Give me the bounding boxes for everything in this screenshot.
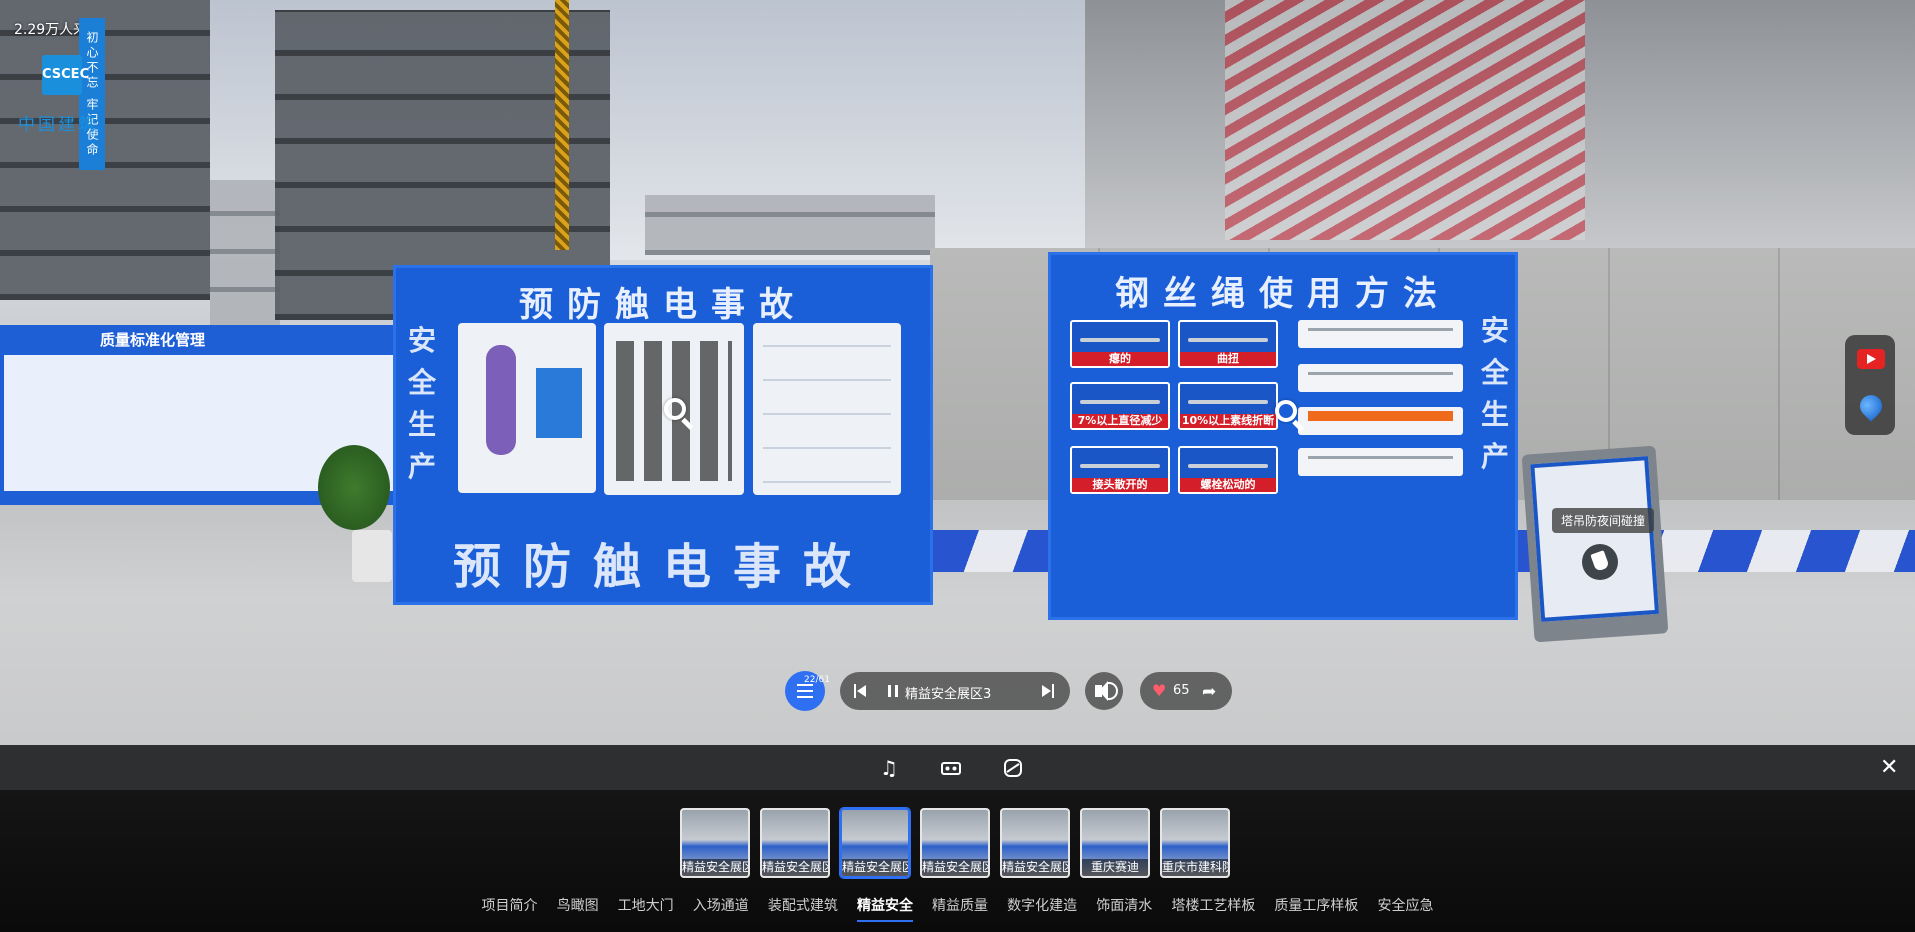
category-tab[interactable]: 工地大门 <box>618 895 674 920</box>
category-tab[interactable]: 精益质量 <box>932 895 988 920</box>
rope-sample <box>1298 407 1463 435</box>
rope-label: 接头散开的 <box>1072 478 1168 492</box>
info-sheet <box>536 368 582 438</box>
category-tab[interactable]: 塔楼工艺样板 <box>1171 895 1255 920</box>
category-tab[interactable]: 入场通道 <box>693 895 749 920</box>
panorama-scene[interactable]: 质量标准化管理 预防触电事故 安全生产 预防触电事故 钢丝绳使用方法 安全生产 … <box>0 0 1915 745</box>
category-tab-active[interactable]: 精益安全 <box>856 895 913 922</box>
bottom-toolbar: ♫ ✕ <box>0 745 1915 790</box>
building-low <box>645 195 935 255</box>
gyroscope-icon[interactable] <box>1002 757 1024 779</box>
playback-controls: 精益安全展区3 <box>840 672 1070 710</box>
scene-thumbnail-active[interactable]: 精益安全展区 <box>840 808 910 878</box>
thumbnail-caption: 精益安全展区 <box>1002 859 1068 876</box>
thumbnail-caption: 重庆市建科院 <box>1162 859 1228 876</box>
youtube-play-icon[interactable] <box>1857 349 1885 369</box>
booth-right-side-text: 安全生产 <box>1480 314 1509 473</box>
vr-glasses-icon[interactable] <box>940 757 962 779</box>
category-tab[interactable]: 数字化建造 <box>1007 895 1077 920</box>
pause-icon[interactable] <box>888 685 898 697</box>
booth-right-header: 钢丝绳使用方法 <box>1115 274 1451 314</box>
category-tab[interactable]: 鸟瞰图 <box>557 895 599 920</box>
location-pin-icon[interactable] <box>1855 390 1887 422</box>
thumbnail-caption: 重庆赛迪 <box>1082 859 1148 876</box>
booth-left-side-text: 安全生产 <box>407 324 436 483</box>
tools-grid <box>763 343 891 483</box>
potted-plant <box>318 445 390 530</box>
category-tab[interactable]: 饰面清水 <box>1096 895 1152 920</box>
next-icon[interactable] <box>1040 684 1054 698</box>
zoom-hotspot-icon[interactable] <box>662 396 696 430</box>
hotspot-label[interactable]: 塔吊防夜间碰撞 <box>1552 508 1655 533</box>
rope-label: 螺栓松动的 <box>1180 478 1276 492</box>
scene-thumbnail[interactable]: 精益安全展区 <box>760 808 830 878</box>
human-figure-icon <box>486 345 516 455</box>
tower-crane <box>555 0 569 250</box>
scene-thumbnail[interactable]: 精益安全展区 <box>680 808 750 878</box>
logo-text: 中国建筑 <box>18 115 98 135</box>
rope-label: 曲扭 <box>1180 352 1276 366</box>
rope-item: 7%以上直径减少 <box>1070 382 1170 430</box>
previous-icon[interactable] <box>854 684 868 698</box>
side-toolbar <box>1845 335 1895 435</box>
tag-hotspot-icon[interactable] <box>1582 544 1618 580</box>
slogan-banner: 初心不忘 牢记使命 <box>79 18 105 170</box>
zoom-hotspot-icon[interactable] <box>1273 398 1307 432</box>
scene-thumbnail[interactable]: 重庆市建科院 <box>1160 808 1230 878</box>
category-tab[interactable]: 安全应急 <box>1378 895 1434 920</box>
rope-item: 曲扭 <box>1178 320 1278 368</box>
category-tab[interactable]: 项目简介 <box>481 895 537 920</box>
close-icon[interactable]: ✕ <box>1880 755 1898 780</box>
like-share-controls: ♥ 65 ➦ <box>1140 672 1232 710</box>
scene-thumbnail[interactable]: 精益安全展区 <box>1000 808 1070 878</box>
booth-left-footer: 预防触电事故 <box>452 539 873 595</box>
rope-item: 10%以上素线折断 <box>1178 382 1278 430</box>
thumbnail-caption: 精益安全展区 <box>762 859 828 876</box>
category-tab[interactable]: 装配式建筑 <box>768 895 838 920</box>
scene-thumbnail[interactable]: 重庆赛迪 <box>1080 808 1150 878</box>
rope-sample <box>1298 448 1463 476</box>
menu-icon <box>797 684 813 698</box>
heart-icon[interactable]: ♥ <box>1152 683 1168 699</box>
rope-label: 10%以上素线折断 <box>1180 414 1276 428</box>
booth-electric-safety: 预防触电事故 安全生产 预防触电事故 <box>393 265 933 605</box>
category-tab[interactable]: 质量工序样板 <box>1274 895 1358 920</box>
scene-counter: 22/61 <box>804 675 830 685</box>
thumbnail-caption: 精益安全展区 <box>922 859 988 876</box>
rope-item: 瘪的 <box>1070 320 1170 368</box>
thumbnail-caption: 精益安全展区 <box>842 859 908 876</box>
building-apartment <box>210 180 280 330</box>
cscec-logo: CSCEC <box>42 55 89 95</box>
plant-pot <box>352 530 392 582</box>
scene-thumbnail[interactable]: 精益安全展区 <box>920 808 990 878</box>
category-tabs: 项目简介 鸟瞰图 工地大门 入场通道 装配式建筑 精益安全 精益质量 数字化建造… <box>0 895 1915 922</box>
rope-item: 螺栓松动的 <box>1178 446 1278 494</box>
quality-board-title: 质量标准化管理 <box>100 331 206 349</box>
rope-sample <box>1298 364 1463 392</box>
booth-left-header: 预防触电事故 <box>519 285 807 325</box>
rope-label: 瘪的 <box>1072 352 1168 366</box>
tools-panel <box>753 323 901 495</box>
scene-thumbnail-strip: 精益安全展区 精益安全展区 精益安全展区 精益安全展区 精益安全展区 重庆赛迪 … <box>0 790 1915 932</box>
anatomy-panel <box>458 323 596 493</box>
building-left <box>0 0 210 300</box>
music-icon[interactable]: ♫ <box>878 757 900 779</box>
like-count: 65 <box>1173 683 1190 698</box>
booth-wire-rope: 钢丝绳使用方法 安全生产 瘪的 曲扭 7%以上直径减少 10%以上素线折断 接头… <box>1048 252 1518 620</box>
rope-sample <box>1298 320 1463 348</box>
rope-label: 7%以上直径减少 <box>1072 414 1168 428</box>
building-structure-right <box>1085 0 1915 250</box>
share-icon[interactable]: ➦ <box>1202 682 1216 702</box>
rope-item: 接头散开的 <box>1070 446 1170 494</box>
current-scene-title: 精益安全展区3 <box>905 687 992 702</box>
thumbnail-caption: 精益安全展区 <box>682 859 748 876</box>
